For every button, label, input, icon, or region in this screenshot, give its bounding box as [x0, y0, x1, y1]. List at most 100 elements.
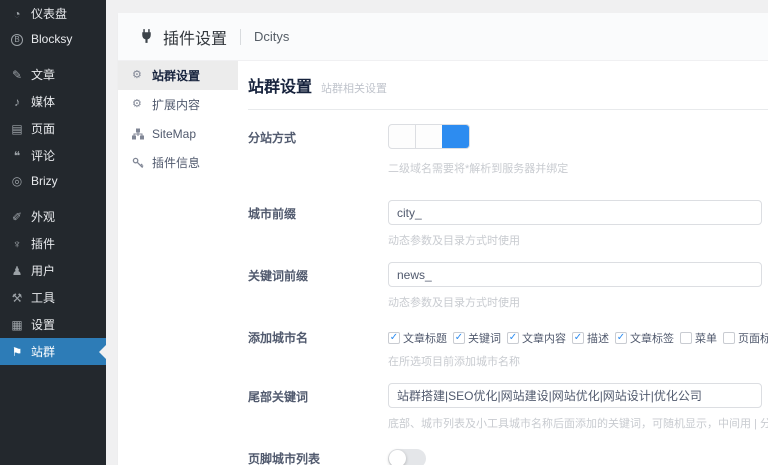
sidebar-item-label: 文章	[31, 66, 55, 83]
checkbox-label: 文章标题	[403, 330, 447, 346]
sidebar-menu: ◔ 仪表盘 B Blocksy ✎ 文章 ♪ 媒体 ▤ 页面 ❝ 评论 ◎ Br…	[0, 0, 106, 365]
city-prefix-input[interactable]	[388, 200, 762, 225]
comments-icon: ❝	[10, 150, 24, 162]
site-mode-button-group	[388, 124, 470, 149]
sidebar-item-posts[interactable]: ✎ 文章	[0, 61, 106, 88]
checkbox-option[interactable]: ✓ 关键词	[453, 330, 501, 346]
admin-sidebar: ◔ 仪表盘 B Blocksy ✎ 文章 ♪ 媒体 ▤ 页面 ❝ 评论 ◎ Br…	[0, 0, 106, 465]
page-header: 插件设置 Dcitys	[118, 13, 768, 61]
site-mode-option[interactable]	[442, 125, 469, 148]
sidebar-item-label: 页面	[31, 120, 55, 137]
sidebar-item-dashboard[interactable]: ◔ 仪表盘	[0, 0, 106, 27]
subnav-item-label: 插件信息	[152, 154, 200, 171]
pages-icon: ▤	[10, 123, 24, 135]
subnav-item[interactable]: 插件信息	[118, 148, 238, 177]
checkbox-option[interactable]: 菜单	[680, 330, 717, 346]
sidebar-item-settings[interactable]: ▦ 设置	[0, 311, 106, 338]
sidebar-item-blocksy[interactable]: B Blocksy	[0, 27, 106, 51]
checkbox-label: 页面标题	[738, 330, 768, 346]
checkbox-icon: ✓	[572, 332, 584, 344]
add-city-name-checkbox-group: ✓ 文章标题 ✓ 关键词 ✓ 文章内容 ✓ 描述 ✓ 文章标签 菜单 页面标题	[388, 324, 768, 346]
dashboard-icon: ◔	[10, 8, 24, 20]
sidebar-item-users[interactable]: ♟ 用户	[0, 257, 106, 284]
gear-icon: ⚙	[132, 70, 146, 81]
settings-content: 站群设置 站群相关设置 分站方式 二级域名需要将*解析到服务器并绑定 城市前缀	[238, 61, 768, 465]
form-row-keyword-prefix: 关键词前缀 动态参数及目录方式时使用	[248, 262, 768, 310]
sidebar-item-label: 媒体	[31, 93, 55, 110]
field-label: 页脚城市列表	[248, 445, 388, 465]
sidebar-item-sites[interactable]: ⚑ 站群	[0, 338, 106, 365]
field-label: 添加城市名	[248, 324, 388, 369]
page-title: 插件设置	[163, 25, 227, 49]
subnav-item[interactable]: SiteMap	[118, 119, 238, 148]
sidebar-item-pages[interactable]: ▤ 页面	[0, 115, 106, 142]
checkbox-icon: ✓	[453, 332, 465, 344]
form-row-tail-keywords: 尾部关键词 底部、城市列表及小工具城市名称后面添加的关键词，可随机显示，中间用 …	[248, 383, 768, 431]
field-label: 尾部关键词	[248, 383, 388, 431]
subnav-item-label: SiteMap	[152, 127, 196, 141]
tail-keywords-input[interactable]	[388, 383, 762, 408]
header-divider	[240, 29, 241, 45]
checkbox-option[interactable]: ✓ 文章内容	[507, 330, 566, 346]
checkbox-label: 文章标签	[630, 330, 674, 346]
sitemap-icon	[132, 128, 146, 140]
checkbox-option[interactable]: ✓ 文章标题	[388, 330, 447, 346]
checkbox-option[interactable]: 页面标题	[723, 330, 768, 346]
checkbox-icon: ✓	[615, 332, 627, 344]
checkbox-option[interactable]: ✓ 描述	[572, 330, 609, 346]
sidebar-item-label: 设置	[31, 316, 55, 333]
field-label: 分站方式	[248, 124, 388, 176]
sidebar-item-brizy[interactable]: ◎ Brizy	[0, 169, 106, 193]
checkbox-label: 菜单	[695, 330, 717, 346]
sidebar-item-label: 仪表盘	[31, 5, 67, 22]
key-icon	[132, 157, 146, 169]
form-row-site-mode: 分站方式 二级域名需要将*解析到服务器并绑定	[248, 124, 768, 176]
site-mode-option[interactable]	[415, 125, 442, 148]
checkbox-icon	[680, 332, 692, 344]
sites-icon: ⚑	[10, 346, 24, 358]
plugin-settings-card: 插件设置 Dcitys ⚙ 站群设置 ⚙ 扩展内容 SiteMap 插件信息 站…	[118, 13, 768, 465]
sidebar-item-label: 工具	[31, 289, 55, 306]
checkbox-option[interactable]: ✓ 文章标签	[615, 330, 674, 346]
sidebar-item-media[interactable]: ♪ 媒体	[0, 88, 106, 115]
settings-subnav: ⚙ 站群设置 ⚙ 扩展内容 SiteMap 插件信息	[118, 61, 238, 465]
subnav-item[interactable]: ⚙ 站群设置	[118, 61, 238, 90]
field-label: 关键词前缀	[248, 262, 388, 310]
subnav-item[interactable]: ⚙ 扩展内容	[118, 90, 238, 119]
plugins-icon: ♆	[10, 238, 24, 250]
checkbox-label: 文章内容	[522, 330, 566, 346]
field-hint: 底部、城市列表及小工具城市名称后面添加的关键词，可随机显示，中间用 | 分割	[388, 415, 768, 431]
field-label: 城市前缀	[248, 200, 388, 248]
sidebar-item-label: 用户	[31, 262, 55, 279]
subnav-item-label: 扩展内容	[152, 96, 200, 113]
checkbox-label: 关键词	[468, 330, 501, 346]
field-hint: 动态参数及目录方式时使用	[388, 294, 762, 310]
sidebar-item-tools[interactable]: ⚒ 工具	[0, 284, 106, 311]
field-hint: 动态参数及目录方式时使用	[388, 232, 762, 248]
sidebar-item-label: 评论	[31, 147, 55, 164]
sidebar-item-label: Blocksy	[31, 32, 72, 46]
sidebar-item-label: Brizy	[31, 174, 58, 188]
sidebar-item-plugins[interactable]: ♆ 插件	[0, 230, 106, 257]
checkbox-icon: ✓	[388, 332, 400, 344]
site-mode-option[interactable]	[389, 125, 415, 148]
checkbox-icon	[723, 332, 735, 344]
plug-icon	[138, 28, 155, 45]
checkbox-icon: ✓	[507, 332, 519, 344]
submenu-item[interactable]	[0, 408, 106, 414]
sidebar-item-label: 外观	[31, 208, 55, 225]
footer-city-list-toggle[interactable]	[388, 449, 426, 465]
subnav-item-label: 站群设置	[152, 67, 200, 84]
settings-icon: ▦	[10, 319, 24, 331]
field-hint: 在所选项目前添加城市名称	[388, 353, 768, 369]
keyword-prefix-input[interactable]	[388, 262, 762, 287]
form-row-add-city-name: 添加城市名 ✓ 文章标题 ✓ 关键词 ✓ 文章内容 ✓ 描述 ✓ 文章标签 菜单…	[248, 324, 768, 369]
sidebar-item-comments[interactable]: ❝ 评论	[0, 142, 106, 169]
section-title: 站群设置	[248, 73, 312, 97]
sidebar-item-appearance[interactable]: ✐ 外观	[0, 203, 106, 230]
form-row-footer-city-list: 页脚城市列表 页面底部页脚显示城市列表	[248, 445, 768, 465]
appearance-icon: ✐	[10, 211, 24, 223]
brizy-icon: ◎	[10, 175, 24, 187]
field-hint: 二级域名需要将*解析到服务器并绑定	[388, 160, 568, 176]
form-row-city-prefix: 城市前缀 动态参数及目录方式时使用	[248, 200, 768, 248]
